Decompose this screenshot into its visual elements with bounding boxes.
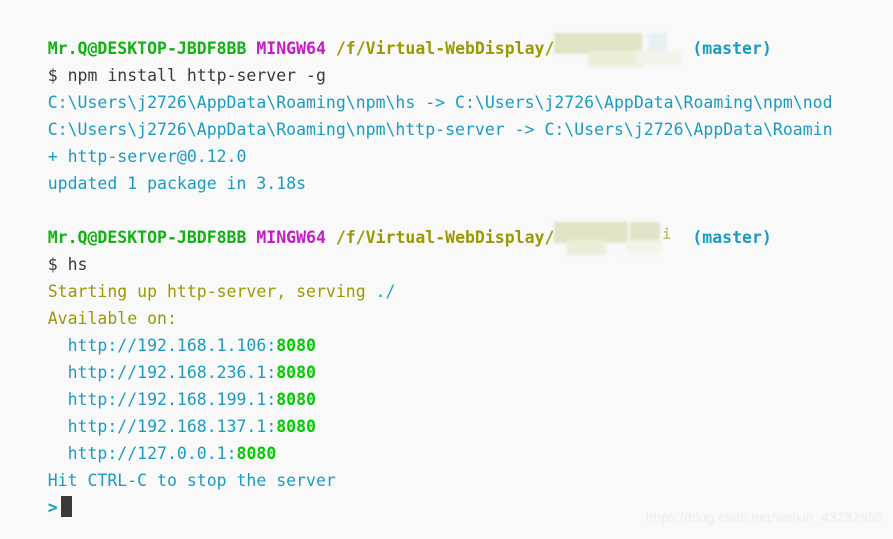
watermark-text: https://blog.csdn.net/weixin_43232955 [645, 510, 883, 525]
server-url-port[interactable]: 8080 [276, 417, 316, 436]
prompt-line: Mr.Q@DESKTOP-JBDF8BB MINGW64 /f/Virtual-… [8, 8, 893, 67]
prompt-git-branch: (master) [692, 228, 772, 247]
server-starting-line: Starting up http-server, serving ./ [8, 251, 893, 301]
prompt-line: Mr.Q@DESKTOP-JBDF8BB MINGW64 /f/Virtual-… [8, 197, 893, 255]
prompt-user-host: Mr.Q@DESKTOP-JBDF8BB [47, 228, 247, 247]
server-url-host[interactable]: http://192.168.199.1 [68, 390, 267, 409]
redacted-directory-name: i [554, 221, 682, 255]
command-text: hs [67, 255, 88, 274]
server-url-host[interactable]: http://192.168.1.106 [68, 336, 267, 355]
server-url-host[interactable]: http://192.168.236.1 [68, 363, 267, 382]
prompt-shell-name: MINGW64 [256, 228, 326, 247]
npm-link-hs: C:\Users\j2726\AppData\Roaming\npm\hs ->… [47, 93, 833, 112]
npm-installed-package: + http-server@0.12.0 [47, 147, 247, 166]
server-url-host[interactable]: http://127.0.0.1 [68, 444, 227, 463]
prompt-path: /f/Virtual-WebDisplay/ [335, 228, 555, 247]
text-cursor[interactable] [60, 496, 72, 517]
redacted-directory-name [554, 32, 683, 67]
prompt-shell-name: MINGW64 [256, 39, 326, 58]
server-url-host[interactable]: http://192.168.137.1 [68, 417, 267, 436]
prompt-user-host: Mr.Q@DESKTOP-JBDF8BB [47, 39, 247, 58]
prompt-git-branch: (master) [692, 39, 772, 58]
server-serving-dir: ./ [375, 282, 396, 301]
command-text: npm install http-server -g [67, 66, 326, 85]
terminal-window[interactable]: Mr.Q@DESKTOP-JBDF8BB MINGW64 /f/Virtual-… [0, 0, 893, 539]
npm-update-summary: updated 1 package in 3.18s [47, 174, 307, 193]
command-sigil: $ [47, 255, 58, 274]
server-url-port[interactable]: 8080 [276, 336, 316, 355]
server-url-port[interactable]: 8080 [276, 363, 316, 382]
command-sigil: $ [47, 66, 58, 85]
server-starting-text: Starting up http-server, serving [47, 282, 376, 301]
server-url-port[interactable]: 8080 [237, 444, 277, 463]
prompt-path: /f/Virtual-WebDisplay/ [335, 39, 555, 58]
active-prompt-sigil: > [47, 498, 58, 517]
server-url-port[interactable]: 8080 [276, 390, 316, 409]
npm-link-http-server: C:\Users\j2726\AppData\Roaming\npm\http-… [47, 120, 833, 139]
